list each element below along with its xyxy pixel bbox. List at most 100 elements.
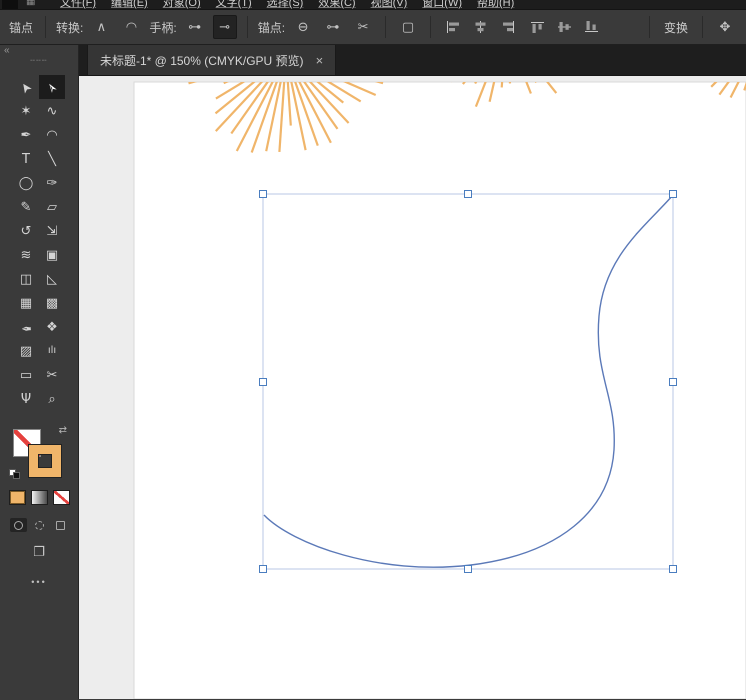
scale-tool[interactable]: ⇲ xyxy=(39,219,65,243)
curvature-tool[interactable]: ◠ xyxy=(39,123,65,147)
blend-tool[interactable]: ❖ xyxy=(39,315,65,339)
eraser-tool[interactable]: ▱ xyxy=(39,195,65,219)
column-graph-tool[interactable]: ılı xyxy=(39,339,65,363)
separator xyxy=(702,16,703,38)
draw-behind-button[interactable] xyxy=(31,518,48,532)
lasso-tool[interactable]: ∿ xyxy=(39,99,65,123)
magic-wand-tool[interactable]: ✶ xyxy=(13,99,39,123)
slice-tool[interactable]: ✂ xyxy=(39,363,65,387)
ellipse-tool[interactable]: ◯ xyxy=(13,171,39,195)
line-segment-tool[interactable]: ╲ xyxy=(39,147,65,171)
curvature-tool-icon: ◠ xyxy=(46,129,57,142)
screen-mode-button[interactable]: ❐ xyxy=(33,545,45,560)
rotate-tool[interactable]: ↺ xyxy=(13,219,39,243)
draw-normal-button[interactable] xyxy=(10,518,27,532)
color-wells: ⇄ xyxy=(11,427,67,479)
transform-panel-button[interactable]: ✥ xyxy=(713,15,737,39)
symbol-sprayer-tool-icon: ▨ xyxy=(20,345,32,358)
menu-item-6[interactable]: 视图(V) xyxy=(371,0,408,10)
show-handles-button[interactable]: ⊶ xyxy=(183,15,207,39)
workspace: « ╍╍╍ ➤➢✶∿✒◠T╲◯✑✎▱↺⇲≋▣◫◺▦▩✒❖▨ılı▭✂Ψ⌕ ⇄ xyxy=(0,45,746,699)
tools-grid: ➤➢✶∿✒◠T╲◯✑✎▱↺⇲≋▣◫◺▦▩✒❖▨ılı▭✂Ψ⌕ xyxy=(13,75,65,411)
selection-handle[interactable] xyxy=(465,566,472,573)
swap-fill-stroke-icon[interactable]: ⇄ xyxy=(59,425,67,436)
hide-handles-button[interactable]: ⊸ xyxy=(213,15,237,39)
selection-handle[interactable] xyxy=(670,191,677,198)
zoom-tool[interactable]: ⌕ xyxy=(39,387,65,411)
convert-to-corner-button[interactable]: ∧ xyxy=(89,15,113,39)
symbol-sprayer-tool[interactable]: ▨ xyxy=(13,339,39,363)
selection-handle[interactable] xyxy=(670,566,677,573)
selection-handle[interactable] xyxy=(260,191,267,198)
selection-tool[interactable]: ➤ xyxy=(13,75,39,99)
pen-tool[interactable]: ✒ xyxy=(13,123,39,147)
paintbrush-tool[interactable]: ✑ xyxy=(39,171,65,195)
stroke-color-well[interactable] xyxy=(29,445,61,477)
document-tab-title: 未标题-1* @ 150% (CMYK/GPU 预览) xyxy=(100,52,304,69)
mesh-tool[interactable]: ▦ xyxy=(13,291,39,315)
shape-builder-tool[interactable]: ◫ xyxy=(13,267,39,291)
color-swatch-button[interactable] xyxy=(9,490,26,505)
document-tab-bar: 未标题-1* @ 150% (CMYK/GPU 预览) × xyxy=(79,45,746,76)
horizontal-align-right-button[interactable] xyxy=(495,15,519,39)
app-logo[interactable] xyxy=(2,0,18,9)
free-transform-tool[interactable]: ▣ xyxy=(39,243,65,267)
hand-tool-icon: Ψ xyxy=(21,393,31,406)
cut-path-button[interactable]: ✂ xyxy=(351,15,375,39)
menu-item-2[interactable]: 对象(O) xyxy=(163,0,201,10)
corner-point-icon: ∧ xyxy=(97,20,107,35)
selection-handle[interactable] xyxy=(465,191,472,198)
gradient-swatch-button[interactable] xyxy=(31,490,48,505)
collapse-panel-icon[interactable]: « xyxy=(4,45,10,56)
context-label: 锚点 xyxy=(9,19,33,36)
horizontal-align-left-button[interactable] xyxy=(441,15,465,39)
connect-endpoints-button[interactable]: ⊶ xyxy=(321,15,345,39)
handles-label: 手柄: xyxy=(149,19,176,36)
none-swatch-button[interactable] xyxy=(53,490,70,505)
free-transform-tool-icon: ▣ xyxy=(46,249,58,262)
vertical-align-middle-button[interactable] xyxy=(552,15,576,39)
pencil-tool[interactable]: ✎ xyxy=(13,195,39,219)
horizontal-align-center-button[interactable] xyxy=(468,15,492,39)
type-tool[interactable]: T xyxy=(13,147,39,171)
canvas-area[interactable] xyxy=(79,76,746,699)
hand-tool[interactable]: Ψ xyxy=(13,387,39,411)
menu-item-0[interactable]: 文件(F) xyxy=(60,0,96,10)
rotate-tool-icon: ↺ xyxy=(21,225,32,238)
isolate-object-button[interactable]: ▢ xyxy=(396,15,420,39)
selection-handle[interactable] xyxy=(670,379,677,386)
magic-wand-tool-icon: ✶ xyxy=(21,105,32,118)
vertical-align-top-button[interactable] xyxy=(525,15,549,39)
artboard-tool[interactable]: ▭ xyxy=(13,363,39,387)
perspective-grid-tool[interactable]: ◺ xyxy=(39,267,65,291)
gradient-tool[interactable]: ▩ xyxy=(39,291,65,315)
remove-anchor-button[interactable]: ⊖ xyxy=(291,15,315,39)
convert-to-smooth-button[interactable]: ◠ xyxy=(119,15,143,39)
close-tab-icon[interactable]: × xyxy=(316,53,324,68)
canvas-svg[interactable] xyxy=(79,76,746,699)
draw-inside-button[interactable] xyxy=(52,518,69,532)
document-tab[interactable]: 未标题-1* @ 150% (CMYK/GPU 预览) × xyxy=(87,45,336,75)
vertical-align-bottom-button[interactable] xyxy=(579,15,603,39)
menu-item-7[interactable]: 窗口(W) xyxy=(422,0,462,10)
direct-selection-tool[interactable]: ➢ xyxy=(39,75,65,99)
menu-item-5[interactable]: 效果(C) xyxy=(318,0,355,10)
vertical-align-group xyxy=(525,15,603,39)
horizontal-align-left-icon xyxy=(445,20,462,34)
selection-handle[interactable] xyxy=(260,379,267,386)
artboard-tool-icon: ▭ xyxy=(20,369,32,382)
menu-item-8[interactable]: 帮助(H) xyxy=(477,0,514,10)
transform-button[interactable]: 变换 xyxy=(660,17,692,38)
menu-item-3[interactable]: 文字(T) xyxy=(216,0,252,10)
width-tool[interactable]: ≋ xyxy=(13,243,39,267)
menu-item-4[interactable]: 选择(S) xyxy=(267,0,304,10)
isolate-icon: ▢ xyxy=(402,20,414,35)
panel-grip-handle[interactable]: ╍╍╍ xyxy=(30,56,47,65)
selection-handle[interactable] xyxy=(260,566,267,573)
default-colors-icon[interactable] xyxy=(9,469,21,479)
menu-item-1[interactable]: 编辑(E) xyxy=(111,0,148,10)
separator xyxy=(385,16,386,38)
eyedropper-tool[interactable]: ✒ xyxy=(13,315,39,339)
workspace-grid-icon[interactable]: ▦ xyxy=(26,0,35,7)
edit-toolbar-button[interactable]: ••• xyxy=(31,577,46,587)
